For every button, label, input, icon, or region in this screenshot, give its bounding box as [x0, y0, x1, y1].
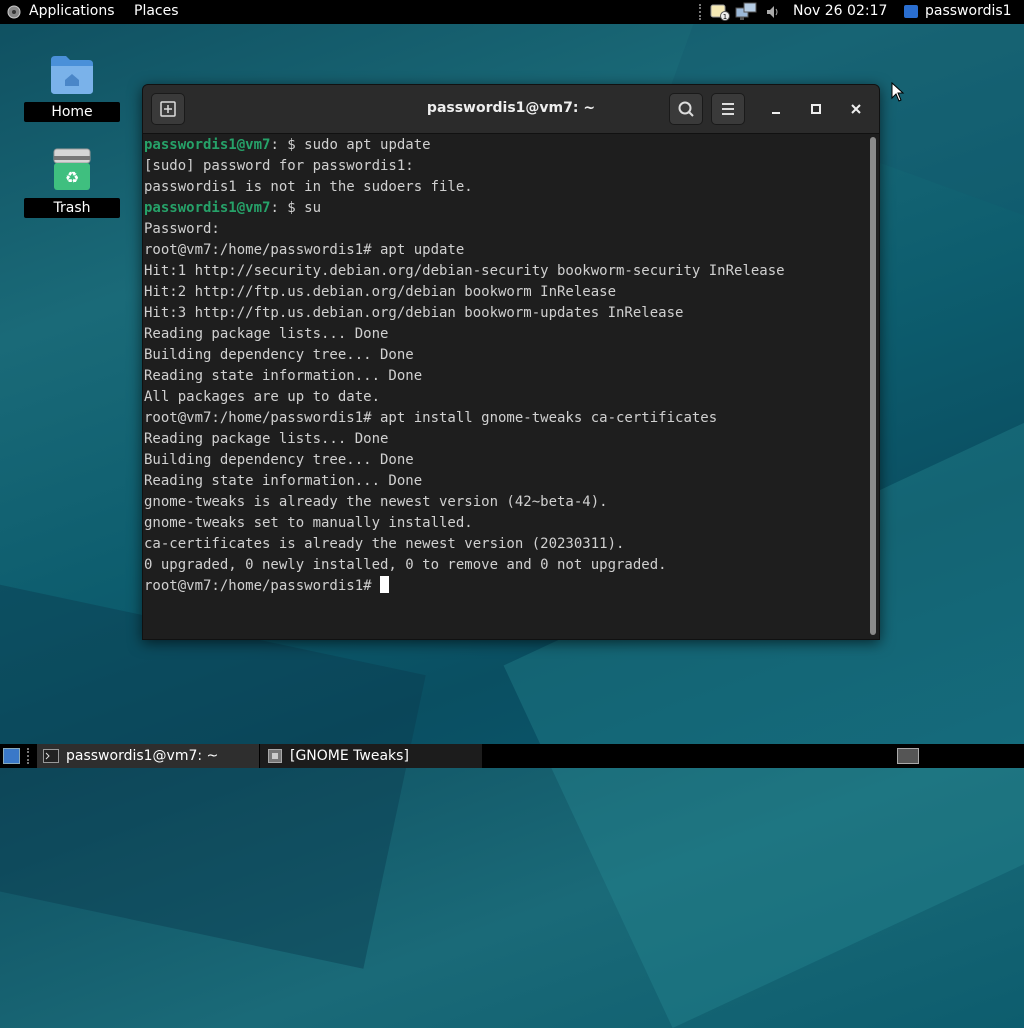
terminal-line: root@vm7:/home/passwordis1# apt update [144, 242, 465, 258]
new-tab-icon [160, 101, 176, 117]
terminal-line: Reading package lists... Done [144, 326, 389, 342]
maximize-icon[interactable] [802, 95, 830, 123]
folder-home-icon [51, 56, 93, 94]
terminal-icon [43, 749, 59, 763]
terminal-line: Building dependency tree... Done [144, 452, 414, 468]
update-notifier-icon[interactable]: 1 [710, 3, 732, 21]
desktop-icon-home[interactable]: Home [24, 50, 120, 122]
terminal-line: [sudo] password for passwordis1: [144, 158, 414, 174]
prompt-user: passwordis1@vm7 [144, 200, 271, 216]
scrollbar-thumb[interactable] [870, 137, 876, 635]
applications-menu-icon[interactable] [6, 4, 22, 20]
mouse-pointer-icon [891, 82, 905, 102]
panel-separator [699, 4, 703, 20]
workspace-switcher[interactable] [897, 748, 919, 764]
bottom-panel: passwordis1@vm7: ~ [GNOME Tweaks] [0, 744, 1024, 768]
user-menu[interactable]: passwordis1 [925, 3, 1012, 19]
terminal-line: root@vm7:/home/passwordis1# apt install … [144, 410, 718, 426]
terminal-headerbar[interactable]: passwordis1@vm7: ~ [143, 85, 879, 134]
close-icon[interactable] [842, 95, 870, 123]
current-prompt: root@vm7:/home/passwordis1# [144, 578, 381, 594]
minimize-icon[interactable] [762, 95, 790, 123]
window-title: passwordis1@vm7: ~ [426, 100, 596, 116]
terminal-window[interactable]: passwordis1@vm7: ~ passwordis1@vm7: $ su… [142, 84, 880, 640]
new-tab-button[interactable] [151, 93, 185, 125]
user-icon [904, 5, 918, 18]
terminal-current-line[interactable]: root@vm7:/home/passwordis1# [143, 576, 865, 597]
terminal-line: Password: [144, 221, 220, 237]
terminal-line: Hit:1 http://security.debian.org/debian-… [144, 263, 785, 279]
panel-separator [27, 748, 31, 764]
terminal-line: Reading package lists... Done [144, 431, 389, 447]
terminal-line: Building dependency tree... Done [144, 347, 414, 363]
trash-icon: ♻ [53, 148, 91, 190]
task-label: passwordis1@vm7: ~ [66, 748, 219, 764]
desktop-icon-label: Trash [24, 198, 120, 218]
terminal-line: gnome-tweaks is already the newest versi… [144, 494, 608, 510]
prompt-user: passwordis1@vm7 [144, 137, 271, 153]
terminal-line: All packages are up to date. [144, 389, 381, 405]
terminal-line: Hit:2 http://ftp.us.debian.org/debian bo… [144, 284, 617, 300]
tweaks-icon [268, 749, 282, 763]
svg-text:1: 1 [723, 13, 727, 21]
terminal-line: Reading state information... Done [144, 473, 423, 489]
terminal-line: passwordis1@vm7: $ sudo apt update [144, 137, 431, 153]
terminal-line: passwordis1@vm7: $ su [144, 200, 322, 216]
terminal-output[interactable]: passwordis1@vm7: $ sudo apt update [sudo… [143, 134, 865, 638]
text-cursor [380, 576, 390, 593]
terminal-line: Reading state information... Done [144, 368, 423, 384]
task-label: [GNOME Tweaks] [290, 748, 409, 764]
terminal-line: gnome-tweaks set to manually installed. [144, 515, 473, 531]
svg-text:♻: ♻ [65, 168, 79, 187]
clock[interactable]: Nov 26 02:17 [793, 3, 887, 19]
desktop-icon-label: Home [24, 102, 120, 122]
places-menu[interactable]: Places [134, 3, 179, 19]
task-terminal[interactable]: passwordis1@vm7: ~ [37, 744, 259, 768]
terminal-line: 0 upgraded, 0 newly installed, 0 to remo… [144, 557, 667, 573]
top-panel: Applications Places 1 Nov 26 02:17 passw… [0, 0, 1024, 24]
desktop-icon-trash[interactable]: ♻ Trash [24, 146, 120, 218]
applications-menu[interactable]: Applications [29, 3, 115, 19]
hamburger-menu-icon [722, 103, 734, 115]
show-desktop-icon[interactable] [3, 748, 20, 764]
search-icon [678, 101, 694, 117]
search-button[interactable] [669, 93, 703, 125]
terminal-line: ca-certificates is already the newest ve… [144, 536, 625, 552]
volume-icon[interactable] [765, 4, 781, 20]
menu-button[interactable] [711, 93, 745, 125]
network-icon[interactable] [734, 2, 758, 22]
task-gnome-tweaks[interactable]: [GNOME Tweaks] [260, 744, 482, 768]
terminal-line: passwordis1 is not in the sudoers file. [144, 179, 473, 195]
terminal-line: Hit:3 http://ftp.us.debian.org/debian bo… [144, 305, 684, 321]
